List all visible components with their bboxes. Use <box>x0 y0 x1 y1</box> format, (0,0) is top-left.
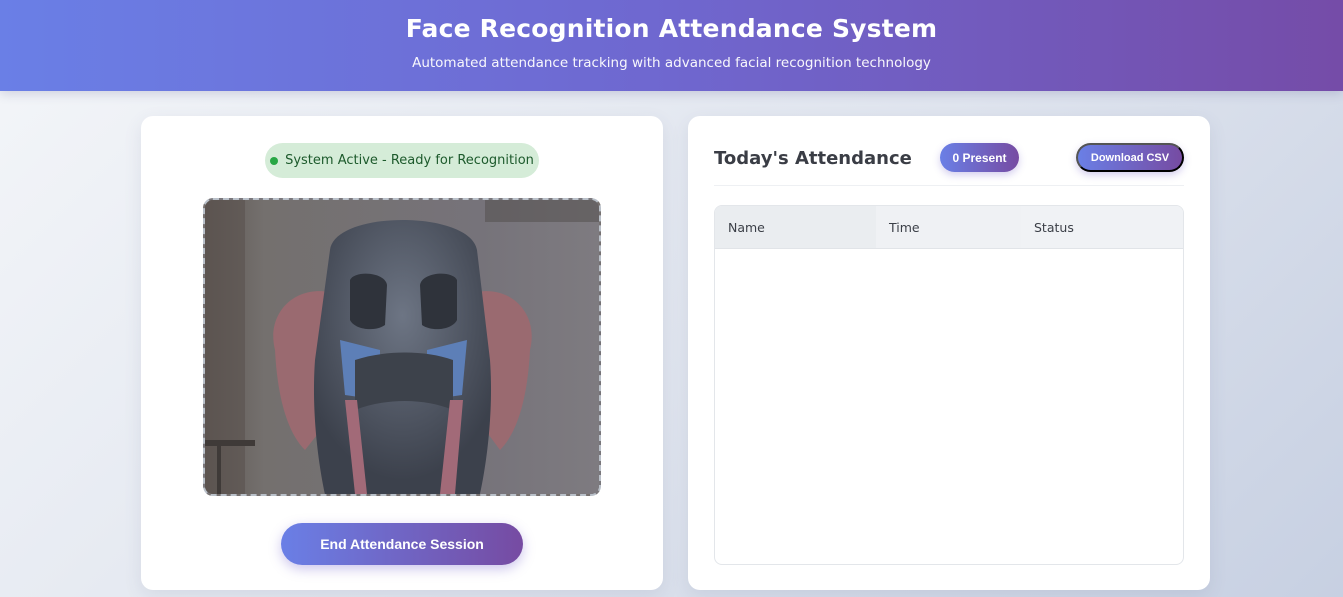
camera-frame-image <box>205 200 599 494</box>
attendance-panel: Today's Attendance 0 Present Download CS… <box>688 116 1210 590</box>
app-header: Face Recognition Attendance System Autom… <box>0 0 1343 91</box>
column-header-time: Time <box>876 206 1021 248</box>
page-subtitle: Automated attendance tracking with advan… <box>412 55 931 71</box>
panel-divider <box>714 185 1184 186</box>
column-header-status: Status <box>1021 206 1183 248</box>
end-session-button[interactable]: End Attendance Session <box>281 523 523 565</box>
table-header-row: Name Time Status <box>715 206 1183 249</box>
camera-panel: System Active - Ready for Recognition En… <box>141 116 663 590</box>
camera-feed <box>203 198 601 496</box>
status-dot-icon <box>270 156 279 165</box>
column-header-name: Name <box>715 206 876 248</box>
system-status-badge: System Active - Ready for Recognition <box>265 143 539 178</box>
attendance-title: Today's Attendance <box>714 148 912 169</box>
system-status-text: System Active - Ready for Recognition <box>285 153 534 168</box>
present-count-badge: 0 Present <box>940 143 1019 172</box>
attendance-table: Name Time Status <box>714 205 1184 565</box>
download-csv-button[interactable]: Download CSV <box>1076 143 1184 172</box>
page-title: Face Recognition Attendance System <box>405 14 938 43</box>
